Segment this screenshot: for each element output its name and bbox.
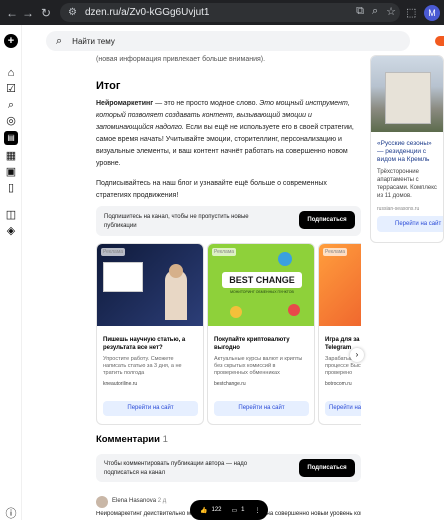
kids-icon[interactable]: ◈ (4, 224, 18, 238)
reaction-bar: 👍 122 ▭ 1 ⋮ (190, 500, 268, 520)
reload-icon[interactable]: ↻ (38, 6, 54, 20)
articles-icon[interactable]: ▤ (4, 131, 18, 145)
news-icon[interactable]: ▦ (4, 149, 18, 163)
ad-image: Реклама (319, 244, 361, 326)
ad-description: Трёхсторонние апартаменты с террасами. К… (377, 169, 437, 199)
comments-heading: Комментарии 1 (96, 434, 168, 445)
ad-description: Актуальные курсы валют и крипты без скры… (214, 356, 303, 376)
ad-image (371, 56, 443, 132)
search-input[interactable]: ⌕ Найти тему (46, 31, 410, 51)
site-info-icon[interactable]: ⚙ (68, 7, 77, 18)
like-icon[interactable]: 👍 (200, 507, 207, 514)
ad-label: Реклама (323, 248, 348, 256)
paragraph-text: — это не просто модное слово. (153, 100, 260, 107)
search-icon[interactable]: ⌕ (4, 98, 18, 112)
comment-banner-text: Чтобы комментировать публикации автора —… (104, 461, 248, 476)
subscribe-text: Подпишитесь на канал, чтобы не пропустит… (104, 214, 249, 229)
visit-site-button[interactable]: Перейти на сайт (377, 216, 443, 232)
browser-toolbar: ← → ↻ ⚙ dzen.ru/a/Zv0-kGGg6Uvjut1 ⧉ ⌕ ☆ … (0, 0, 444, 25)
subscriptions-icon[interactable]: ☑ (4, 82, 18, 96)
left-sidebar: + ⌂ ☑ ⌕ ◎ ▷ ▤ ▦ ▣ ▯ ◫ ◈ ⓘ (0, 25, 22, 520)
address-bar[interactable]: ⚙ dzen.ru/a/Zv0-kGGg6Uvjut1 ⧉ ⌕ ☆ (60, 3, 400, 22)
ad-title[interactable]: «Русские сезоны» — резиденции с видом на… (377, 140, 437, 164)
article-text-top: (новая информация привлекает больше вним… (96, 56, 266, 63)
search-placeholder: Найти тему (72, 36, 115, 46)
bestchange-tagline: МОНИТОРИНГ ОБМЕННЫХ ПУНКТОВ (230, 290, 294, 294)
home-icon[interactable]: ⌂ (4, 66, 18, 80)
ad-image: BEST CHANGE МОНИТОРИНГ ОБМЕННЫХ ПУНКТОВ … (208, 244, 314, 326)
comments-count: 1 (162, 434, 168, 445)
create-plus-icon[interactable]: + (4, 34, 18, 48)
compass-icon[interactable]: ◎ (4, 114, 18, 128)
translate-icon[interactable]: ⧉ (356, 5, 364, 18)
ad-image: Реклама (97, 244, 203, 326)
comment-subscribe-banner: Чтобы комментировать публикации автора —… (96, 454, 361, 482)
ad-source: russian-seasons.ru (377, 206, 420, 212)
article-paragraph: Нейромаркетинг — это не просто модное сл… (96, 98, 361, 170)
bookmark-star-icon[interactable]: ☆ (386, 5, 396, 18)
saved-icon[interactable]: ▯ (4, 181, 18, 195)
visit-site-button[interactable]: Перейти на сайт (214, 401, 309, 416)
ad-source: bestchange.ru (214, 381, 246, 387)
ad-label: Реклама (212, 248, 237, 256)
like-count: 122 (211, 507, 222, 513)
subscribe-button[interactable]: Подписаться (299, 211, 355, 229)
visit-site-button[interactable]: Перейти на сайт (103, 401, 198, 416)
ad-title[interactable]: Пишешь научную статью, а результата все … (103, 336, 197, 352)
bestchange-logo: BEST CHANGE (222, 272, 302, 288)
profile-avatar[interactable]: M (424, 5, 440, 21)
extensions-icon[interactable]: ⬚ (406, 6, 416, 19)
url-text: dzen.ru/a/Zv0-kGGg6Uvjut1 (84, 7, 210, 18)
visit-site-button[interactable]: Перейти на сайт (325, 401, 361, 416)
dzen-logo-icon[interactable] (435, 36, 444, 46)
zoom-icon[interactable]: ⌕ (372, 5, 378, 18)
back-icon[interactable]: ← (4, 6, 20, 20)
ad-source: kneautoriline.ru (103, 381, 138, 387)
article-heading: Итог (96, 80, 121, 92)
games-icon[interactable]: ◫ (4, 208, 18, 222)
author-name: Elena Hasanova (112, 498, 157, 504)
article-body: (новая информация привлекает больше вним… (96, 55, 361, 202)
ad-card[interactable]: Реклама Игра для за в Telegram Зарабатыв… (318, 243, 361, 425)
ad-label: Реклама (101, 248, 126, 256)
article-paragraph-cta: Подписывайтесь на наш блог и узнавайте е… (96, 180, 327, 199)
carousel-next-icon[interactable]: › (350, 348, 364, 362)
comment-count: 1 (241, 507, 245, 513)
ad-description: Упростите работу. Сможете написать стать… (103, 356, 182, 376)
ad-card[interactable]: BEST CHANGE МОНИТОРИНГ ОБМЕННЫХ ПУНКТОВ … (207, 243, 315, 425)
sidebar-ad[interactable]: «Русские сезоны» — резиденции с видом на… (370, 55, 444, 243)
comment-subscribe-button[interactable]: Подписаться (299, 459, 355, 477)
ad-card[interactable]: Реклама Пишешь научную статью, а результ… (96, 243, 204, 425)
search-icon: ⌕ (56, 34, 63, 47)
ad-title[interactable]: Покупайте криптовалюту выгодно (214, 336, 308, 352)
shows-icon[interactable]: ▣ (4, 165, 18, 179)
avatar[interactable] (96, 496, 108, 508)
forward-icon[interactable]: → (20, 6, 36, 20)
bold-term: Нейромаркетинг (96, 100, 154, 107)
comment-icon[interactable]: ▭ (232, 507, 238, 514)
info-icon[interactable]: ⓘ (4, 507, 18, 520)
subscribe-banner: Подпишитесь на канал, чтобы не пропустит… (96, 206, 361, 236)
ad-source: botrocom.ru (325, 381, 352, 387)
comments-title-text: Комментарии (96, 434, 160, 445)
more-icon[interactable]: ⋮ (255, 507, 261, 514)
comment-author[interactable]: Elena Hasanova 2 д (112, 498, 166, 504)
comment-age: 2 д (157, 498, 167, 504)
